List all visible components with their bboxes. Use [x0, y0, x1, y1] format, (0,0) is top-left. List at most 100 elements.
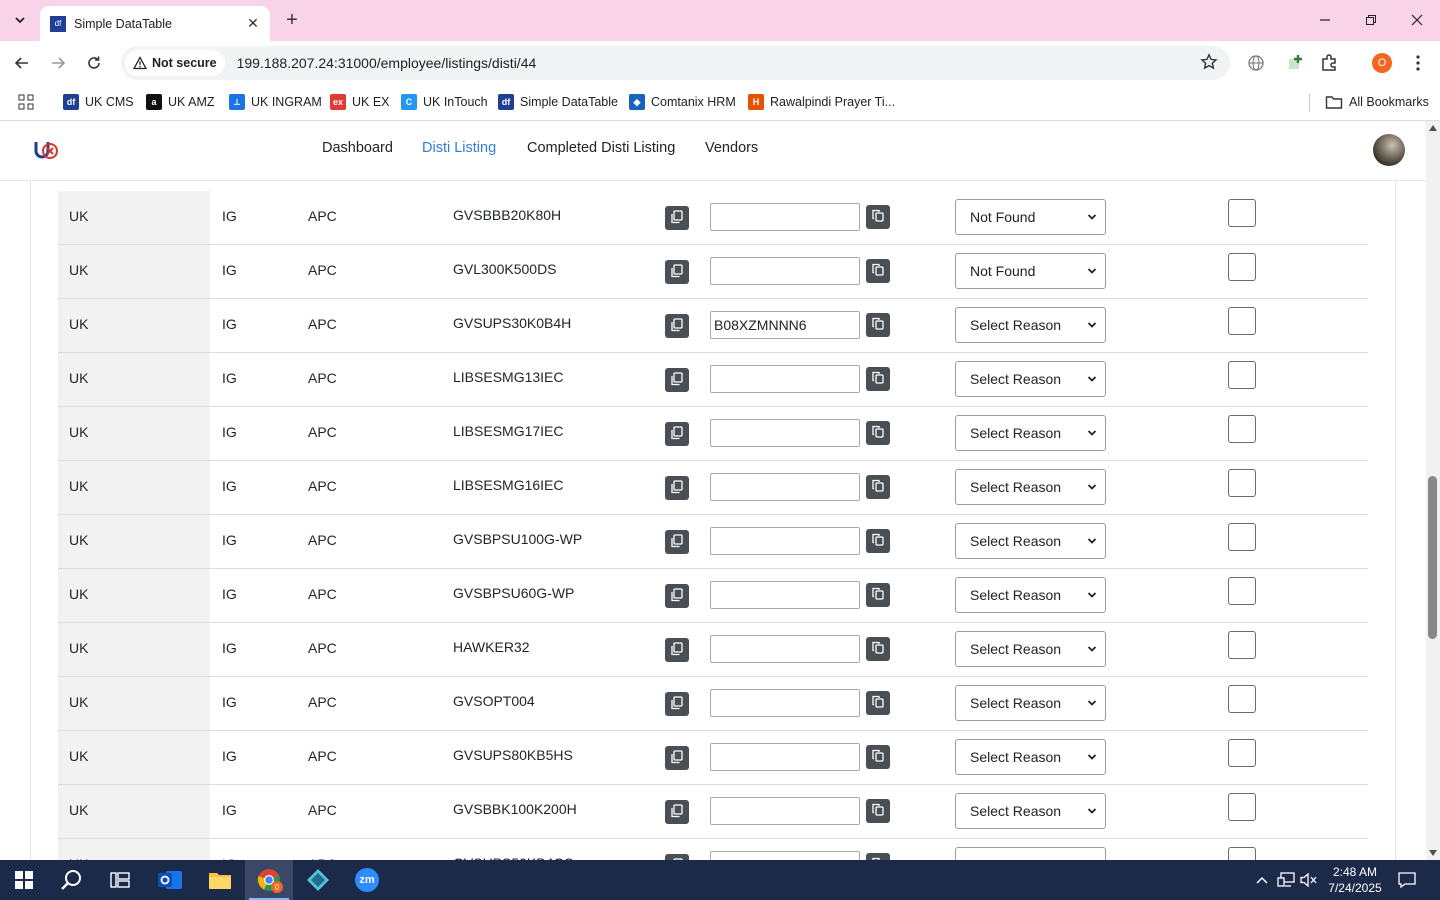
nav-dashboard[interactable]: Dashboard: [322, 140, 393, 156]
asin-input[interactable]: [710, 365, 860, 393]
asin-input[interactable]: [710, 527, 860, 555]
paste-asin-button[interactable]: [866, 475, 890, 499]
browser-tab[interactable]: df Simple DataTable ✕: [40, 6, 270, 41]
asin-input[interactable]: [710, 689, 860, 717]
paste-asin-button[interactable]: [866, 205, 890, 229]
reason-select[interactable]: Not Found: [955, 253, 1106, 289]
forward-button[interactable]: [44, 49, 72, 77]
paste-asin-button[interactable]: [866, 853, 890, 860]
copy-sku-button[interactable]: [665, 800, 689, 824]
network-icon[interactable]: [1277, 871, 1295, 889]
app-diamond-icon[interactable]: [294, 860, 342, 900]
row-checkbox[interactable]: [1228, 631, 1256, 659]
copy-sku-button[interactable]: [665, 746, 689, 770]
url-text[interactable]: 199.188.207.24:31000/employee/listings/d…: [237, 55, 537, 71]
asin-input[interactable]: [710, 257, 860, 285]
asin-input[interactable]: [710, 635, 860, 663]
paste-asin-button[interactable]: [866, 583, 890, 607]
row-checkbox[interactable]: [1228, 469, 1256, 497]
minimize-button[interactable]: [1302, 0, 1348, 40]
volume-muted-icon[interactable]: [1300, 871, 1318, 889]
reason-select[interactable]: Select Reason: [955, 577, 1106, 613]
asin-input[interactable]: [710, 851, 860, 860]
paste-asin-button[interactable]: [866, 637, 890, 661]
back-button[interactable]: [8, 49, 36, 77]
scroll-down-icon[interactable]: [1429, 850, 1437, 856]
scrollbar-thumb[interactable]: [1428, 476, 1437, 639]
paste-asin-button[interactable]: [866, 367, 890, 391]
copy-sku-button[interactable]: [665, 638, 689, 662]
copy-sku-button[interactable]: [665, 422, 689, 446]
reload-button[interactable]: [80, 49, 108, 77]
bookmark-item[interactable]: ex UK EX: [330, 92, 390, 112]
paste-asin-button[interactable]: [866, 313, 890, 337]
search-icon[interactable]: [48, 860, 96, 900]
reason-select[interactable]: Select Reason: [955, 469, 1106, 505]
restore-button[interactable]: [1348, 0, 1394, 40]
row-checkbox[interactable]: [1228, 253, 1256, 281]
outlook-icon[interactable]: [146, 860, 194, 900]
tab-search-button[interactable]: [6, 6, 34, 34]
bookmark-item[interactable]: df Simple DataTable: [498, 92, 618, 112]
row-checkbox[interactable]: [1228, 685, 1256, 713]
row-checkbox[interactable]: [1228, 415, 1256, 443]
row-checkbox[interactable]: [1228, 847, 1256, 860]
reason-select[interactable]: Not Found: [955, 199, 1106, 235]
asin-input[interactable]: [710, 581, 860, 609]
copy-sku-button[interactable]: [665, 368, 689, 392]
reason-select[interactable]: Select Reason: [955, 793, 1106, 829]
uk-logo-icon[interactable]: [33, 139, 59, 161]
task-view-icon[interactable]: [96, 860, 144, 900]
profile-avatar[interactable]: O: [1372, 53, 1392, 73]
row-checkbox[interactable]: [1228, 307, 1256, 335]
paste-asin-button[interactable]: [866, 529, 890, 553]
asin-input[interactable]: [710, 797, 860, 825]
reason-select[interactable]: Select Reason: [955, 685, 1106, 721]
reason-select[interactable]: Select Reason: [955, 361, 1106, 397]
apps-grid-icon[interactable]: [18, 92, 34, 112]
system-clock[interactable]: 2:48 AM 7/24/2025: [1322, 864, 1388, 896]
paste-asin-button[interactable]: [866, 799, 890, 823]
close-tab-icon[interactable]: ✕: [244, 15, 262, 33]
reason-select[interactable]: Select Reason: [955, 415, 1106, 451]
extension-plus-icon[interactable]: [1283, 51, 1307, 75]
reason-select[interactable]: Select Reason: [955, 739, 1106, 775]
asin-input[interactable]: [710, 203, 860, 231]
reason-select[interactable]: Select Reason: [955, 631, 1106, 667]
row-checkbox[interactable]: [1228, 577, 1256, 605]
nav-completed-disti-listing[interactable]: Completed Disti Listing: [527, 140, 675, 156]
scroll-up-icon[interactable]: [1429, 125, 1437, 131]
bookmark-item[interactable]: ⟂ UK INGRAM: [229, 92, 322, 112]
copy-sku-button[interactable]: [665, 476, 689, 500]
asin-input[interactable]: [710, 743, 860, 771]
bookmark-item[interactable]: C UK InTouch: [401, 92, 488, 112]
row-checkbox[interactable]: [1228, 361, 1256, 389]
chrome-icon[interactable]: 0: [245, 860, 293, 900]
row-checkbox[interactable]: [1228, 793, 1256, 821]
new-tab-button[interactable]: +: [280, 8, 304, 32]
site-info-chip[interactable]: Not secure: [125, 50, 225, 76]
extensions-puzzle-icon[interactable]: [1317, 51, 1341, 75]
row-checkbox[interactable]: [1228, 523, 1256, 551]
address-bar[interactable]: Not secure 199.188.207.24:31000/employee…: [121, 46, 1230, 80]
reason-select[interactable]: Select Reason: [955, 307, 1106, 343]
asin-input[interactable]: [710, 419, 860, 447]
bookmark-item[interactable]: a UK AMZ: [146, 92, 215, 112]
paste-asin-button[interactable]: [866, 421, 890, 445]
file-explorer-icon[interactable]: [196, 860, 244, 900]
paste-asin-button[interactable]: [866, 745, 890, 769]
row-checkbox[interactable]: [1228, 199, 1256, 227]
kebab-menu-icon[interactable]: [1406, 51, 1430, 75]
reason-select[interactable]: Select Reason: [955, 523, 1106, 559]
reason-select[interactable]: Select Reason: [955, 847, 1106, 860]
bookmark-item[interactable]: ◆ Comtanix HRM: [629, 92, 736, 112]
nav-disti-listing[interactable]: Disti Listing: [422, 140, 496, 156]
asin-input[interactable]: [710, 473, 860, 501]
zoom-icon[interactable]: zm: [343, 860, 391, 900]
close-window-button[interactable]: [1394, 0, 1440, 40]
row-checkbox[interactable]: [1228, 739, 1256, 767]
translate-globe-icon[interactable]: [1244, 51, 1268, 75]
copy-sku-button[interactable]: [665, 314, 689, 338]
start-icon[interactable]: [0, 860, 48, 900]
bookmark-item[interactable]: H Rawalpindi Prayer Ti...: [748, 92, 895, 112]
